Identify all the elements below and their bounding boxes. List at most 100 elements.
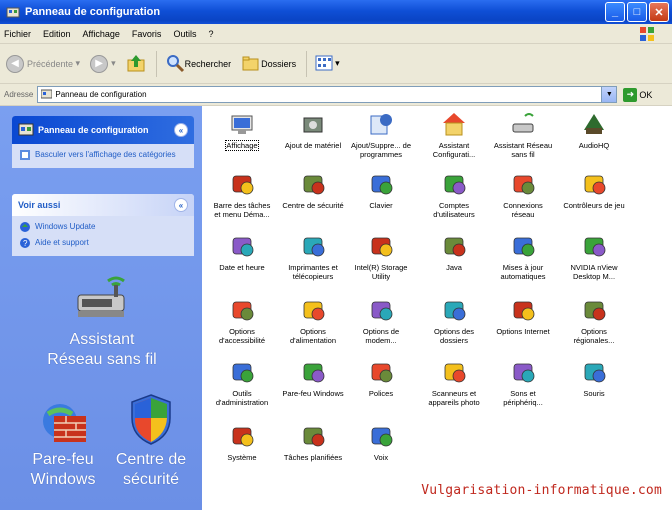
item-label: NVIDIA nView Desktop M... <box>570 263 618 281</box>
go-button[interactable]: ➜ OK <box>623 87 652 102</box>
control-panel-item[interactable]: Intel(R) Storage Utility <box>349 232 413 281</box>
control-panel-item[interactable]: NVIDIA nView Desktop M... <box>562 232 626 281</box>
security-center-shortcut[interactable]: Centre de sécurité <box>106 392 196 490</box>
control-panel-icon <box>6 5 20 19</box>
control-panel-item[interactable]: Contrôleurs de jeu <box>562 170 626 210</box>
item-label: Outils d'administration <box>215 389 269 407</box>
menu-favoris[interactable]: Favoris <box>132 29 162 39</box>
security-shield-icon <box>128 392 174 446</box>
control-panel-item[interactable]: Options Internet <box>491 296 555 336</box>
toolbar: ◀ Précédente ▾ ▶ ▾ Rechercher Dossiers ▾ <box>0 44 672 84</box>
item-label: Options Internet <box>496 327 550 336</box>
menu-fichier[interactable]: Fichier <box>4 29 31 39</box>
control-panel-item[interactable]: Pare-feu Windows <box>281 358 345 398</box>
forward-button[interactable]: ▶ ▾ <box>90 54 116 73</box>
svg-text:?: ? <box>23 239 28 248</box>
panel-header[interactable]: Panneau de configuration « <box>12 116 194 144</box>
applet-icon <box>509 110 537 138</box>
control-panel-item[interactable]: Clavier <box>349 170 413 210</box>
control-panel-item[interactable]: Assistant Configurati... <box>422 110 486 159</box>
maximize-button[interactable]: □ <box>627 2 647 22</box>
control-panel-item[interactable]: Comptes d'utilisateurs <box>422 170 486 219</box>
go-arrow-icon: ➜ <box>623 87 638 102</box>
applet-icon <box>580 110 608 138</box>
item-label: Système <box>227 453 257 462</box>
minimize-button[interactable]: _ <box>605 2 625 22</box>
control-panel-item[interactable]: Options d'alimentation <box>281 296 345 345</box>
applet-icon <box>367 232 395 260</box>
chevron-down-icon: ▾ <box>335 58 340 68</box>
help-support-link[interactable]: ? Aide et support <box>12 235 194 256</box>
item-label: Assistant Configurati... <box>432 141 476 159</box>
item-label: Date et heure <box>219 263 265 272</box>
control-panel-item[interactable]: Sons et périphériq... <box>491 358 555 407</box>
control-panel-item[interactable]: Souris <box>562 358 626 398</box>
menu-help[interactable]: ? <box>208 29 213 39</box>
applet-icon <box>580 170 608 198</box>
control-panel-item[interactable]: Ajout/Suppre... de programmes <box>349 110 413 159</box>
item-label: Contrôleurs de jeu <box>563 201 625 210</box>
control-panel-item[interactable]: Polices <box>349 358 413 398</box>
views-button[interactable]: ▾ <box>315 54 340 74</box>
control-panel-item[interactable]: AudioHQ <box>562 110 626 150</box>
window-title: Panneau de configuration <box>25 6 161 18</box>
control-panel-item[interactable]: Voix <box>349 422 413 462</box>
item-label: Imprimantes et télécopieurs <box>288 263 338 281</box>
control-panel-item[interactable]: Options des dossiers <box>422 296 486 345</box>
control-panel-item[interactable]: Imprimantes et télécopieurs <box>281 232 345 281</box>
collapse-icon[interactable]: « <box>174 198 188 212</box>
control-panel-item[interactable]: Tâches planifiées <box>281 422 345 462</box>
applet-icon <box>299 232 327 260</box>
applet-icon <box>299 358 327 386</box>
control-panel-item[interactable]: Java <box>422 232 486 272</box>
applet-icon <box>228 422 256 450</box>
toolbar-separator <box>155 50 157 77</box>
control-panel-item[interactable]: Outils d'administration <box>210 358 274 407</box>
collapse-icon[interactable]: « <box>174 123 188 137</box>
windows-update-link[interactable]: Windows Update <box>12 216 194 235</box>
item-label: Options des dossiers <box>433 327 475 345</box>
item-label: Sons et périphériq... <box>503 389 543 407</box>
chevron-down-icon: ▾ <box>73 58 81 68</box>
control-panel-item[interactable]: Centre de sécurité <box>281 170 345 210</box>
menu-affichage[interactable]: Affichage <box>83 29 120 39</box>
item-label: Ajout/Suppre... de programmes <box>350 141 412 159</box>
panel-header[interactable]: Voir aussi « <box>12 194 194 216</box>
control-panel-item[interactable]: Ajout de matériel <box>281 110 345 150</box>
item-label: Mises à jour automatiques <box>500 263 546 281</box>
control-panel-item[interactable]: Scanneurs et appareils photo <box>422 358 486 407</box>
chevron-down-icon: ▾ <box>111 58 116 68</box>
folders-button[interactable]: Dossiers <box>241 53 296 75</box>
applet-icon <box>367 422 395 450</box>
control-panel-item[interactable]: Options de modem... <box>349 296 413 345</box>
control-panel-item[interactable]: Mises à jour automatiques <box>491 232 555 281</box>
address-input[interactable]: Panneau de configuration ▼ <box>37 86 618 103</box>
firewall-shortcut[interactable]: Pare-feu Windows <box>18 396 108 490</box>
item-label: AudioHQ <box>578 141 610 150</box>
up-folder-icon <box>126 53 146 75</box>
control-panel-item[interactable]: Options d'accessibilité <box>210 296 274 345</box>
windows-logo-icon <box>638 25 656 43</box>
control-panel-item[interactable]: Date et heure <box>210 232 274 272</box>
control-panel-item[interactable]: Options régionales... <box>562 296 626 345</box>
control-panel-item[interactable]: Assistant Réseau sans fil <box>491 110 555 159</box>
menu-outils[interactable]: Outils <box>173 29 196 39</box>
close-button[interactable]: ✕ <box>649 2 669 22</box>
control-panel-item[interactable]: Affichage <box>210 110 274 151</box>
address-dropdown-button[interactable]: ▼ <box>601 87 617 102</box>
switch-category-view-link[interactable]: Basculer vers l'affichage des catégories <box>12 144 194 168</box>
search-button[interactable]: Rechercher <box>165 53 231 75</box>
back-button[interactable]: ◀ Précédente ▾ <box>6 54 81 73</box>
up-folder-button[interactable] <box>126 53 146 75</box>
wireless-assistant-shortcut[interactable]: Assistant Réseau sans fil <box>12 271 192 370</box>
applet-icon <box>440 110 468 138</box>
menu-edition[interactable]: Edition <box>43 29 71 39</box>
title-bar: Panneau de configuration _ □ ✕ <box>0 0 672 24</box>
item-label: Souris <box>583 389 605 398</box>
control-panel-item[interactable]: Barre des tâches et menu Déma... <box>210 170 274 219</box>
control-panel-item[interactable]: Système <box>210 422 274 462</box>
address-value: Panneau de configuration <box>55 90 147 99</box>
applet-icon <box>367 296 395 324</box>
applet-icon <box>440 296 468 324</box>
control-panel-item[interactable]: Connexions réseau <box>491 170 555 219</box>
